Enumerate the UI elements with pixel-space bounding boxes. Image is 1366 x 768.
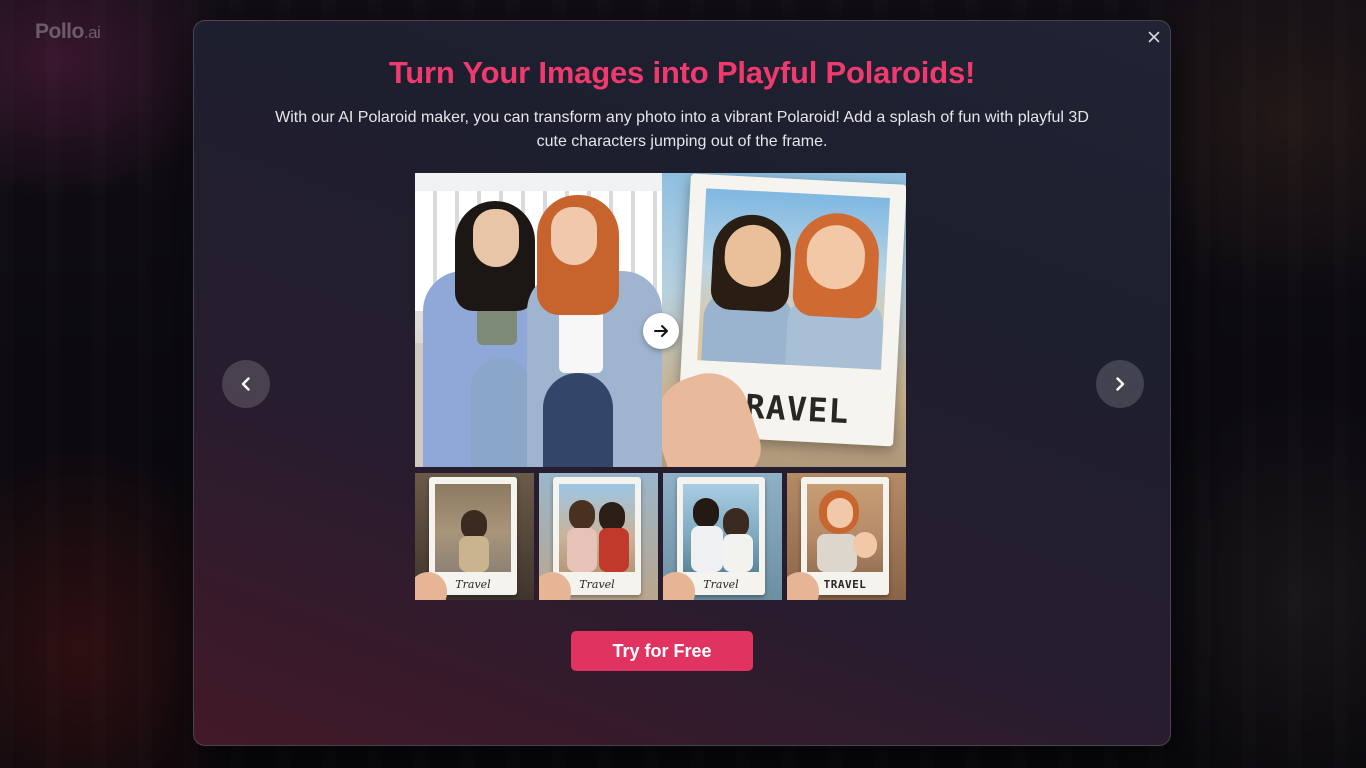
try-for-free-button[interactable]: Try for Free: [571, 631, 753, 671]
arrow-right-icon: [654, 325, 668, 337]
chevron-right-icon: [1116, 377, 1125, 391]
original-photo: [415, 173, 662, 467]
person-right: [551, 207, 597, 265]
thumbnail-4[interactable]: TRAVEL: [787, 473, 906, 600]
polaroid-result: TRAVEL: [662, 173, 906, 467]
previous-slide-button[interactable]: [222, 360, 270, 408]
close-button[interactable]: [1144, 27, 1164, 47]
thumbnail-1[interactable]: Travel: [415, 473, 534, 600]
next-slide-button[interactable]: [1096, 360, 1144, 408]
polaroid-promo-modal: Turn Your Images into Playful Polaroids!…: [193, 20, 1171, 746]
figure: [693, 498, 719, 528]
thumbnail-3[interactable]: Travel: [663, 473, 782, 600]
person-left: [473, 209, 519, 267]
chevron-left-icon: [241, 377, 250, 391]
thumbnail-2[interactable]: Travel: [539, 473, 658, 600]
example-thumbnails: Travel Travel Travel TRAVEL: [415, 473, 906, 600]
compare-arrow: [643, 313, 679, 349]
close-icon: [1148, 31, 1160, 43]
before-after-preview: TRAVEL: [415, 173, 906, 467]
modal-title: Turn Your Images into Playful Polaroids!: [388, 55, 976, 90]
figure: [569, 500, 595, 530]
polaroid-photo: [697, 188, 890, 370]
modal-description: With our AI Polaroid maker, you can tran…: [275, 109, 1089, 150]
